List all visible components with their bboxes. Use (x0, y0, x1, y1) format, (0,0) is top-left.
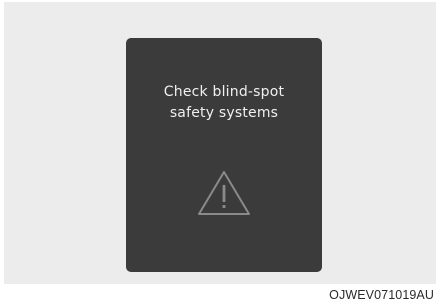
warning-message-line-1: Check blind-spot (163, 84, 285, 100)
warning-message: Check blind-spot safety systems (126, 82, 322, 124)
figure-background: Check blind-spot safety systems (4, 2, 436, 284)
warning-message-line-2: safety systems (169, 105, 279, 121)
warning-triangle-icon (198, 171, 250, 215)
cluster-display-popup: Check blind-spot safety systems (126, 38, 322, 272)
figure-code: OJWEV071019AU (329, 288, 434, 302)
